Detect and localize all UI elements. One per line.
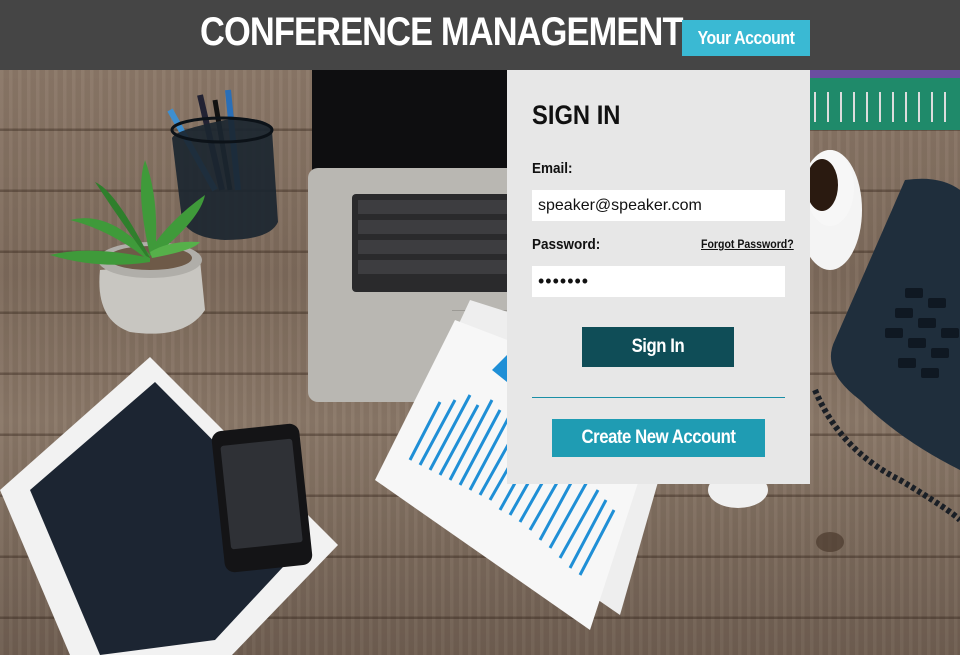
signin-heading: SIGN IN [532,100,621,130]
create-account-label: Create New Account [581,427,736,448]
sign-in-button[interactable]: Sign In [582,327,734,367]
sign-in-label: Sign In [631,336,685,357]
desk-background [0,70,960,655]
forgot-password-link[interactable]: Forgot Password? [701,237,794,251]
signin-panel: SIGN IN Email: speaker@speaker.com Passw… [507,70,810,484]
your-account-button[interactable]: Your Account [682,20,810,56]
password-field[interactable]: ••••••• [532,266,785,297]
panel-divider [532,397,785,398]
desk-illustration [0,70,960,655]
password-label: Password: [532,236,601,253]
phone-icon [211,423,313,573]
your-account-label: Your Account [697,27,795,48]
app-title: CONFERENCE MANAGEMENT [200,10,684,54]
email-field[interactable]: speaker@speaker.com [532,190,785,221]
notebook-icon [806,70,960,130]
email-label: Email: [532,160,573,177]
top-header: CONFERENCE MANAGEMENT Your Account [0,0,960,70]
create-account-button[interactable]: Create New Account [552,419,765,457]
